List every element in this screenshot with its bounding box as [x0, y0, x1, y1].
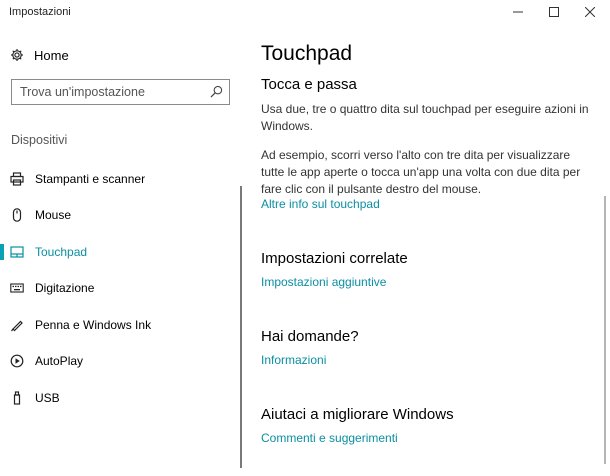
- search-icon[interactable]: [210, 85, 223, 98]
- tap-example: Ad esempio, scorri verso l'alto con tre …: [261, 148, 581, 196]
- keyboard-icon: [10, 281, 24, 295]
- tap-description: Usa due, tre o quattro dita sul touchpad…: [261, 102, 589, 133]
- sidebar-item-label: USB: [35, 391, 60, 405]
- mouse-icon: [10, 208, 24, 222]
- sidebar-item-typing[interactable]: Digitazione: [0, 273, 241, 303]
- sidebar-item-label: Penna e Windows Ink: [35, 318, 152, 332]
- printer-icon: [10, 172, 24, 186]
- window-title: Impostazioni: [9, 6, 71, 18]
- section-heading-improve: Aiutaci a migliorare Windows: [261, 406, 454, 423]
- sidebar-item-mouse[interactable]: Mouse: [0, 200, 241, 230]
- sidebar-item-label: AutoPlay: [35, 354, 84, 368]
- section-heading-tap: Tocca e passa: [261, 76, 357, 93]
- sidebar-item-printers[interactable]: Stampanti e scanner: [0, 164, 241, 194]
- feedback-link[interactable]: Commenti e suggerimenti: [261, 431, 398, 445]
- usb-icon: [10, 391, 24, 405]
- pane-divider: [240, 186, 242, 468]
- autoplay-icon: [10, 354, 24, 368]
- scrollbar[interactable]: [604, 196, 606, 464]
- sidebar-item-usb[interactable]: USB: [0, 383, 241, 413]
- home-button[interactable]: Home: [10, 46, 69, 64]
- close-button[interactable]: [572, 0, 608, 24]
- touchpad-info-link[interactable]: Altre info sul touchpad: [261, 197, 380, 211]
- section-label-dispositivi: Dispositivi: [11, 133, 68, 147]
- maximize-button[interactable]: [536, 0, 572, 24]
- search-box[interactable]: [11, 79, 230, 105]
- sidebar-item-label: Digitazione: [35, 281, 95, 295]
- sidebar-item-touchpad[interactable]: Touchpad: [0, 237, 241, 267]
- close-icon: [585, 7, 595, 17]
- pen-icon: [10, 318, 24, 332]
- sidebar-item-label: Mouse: [35, 208, 72, 222]
- maximize-icon: [549, 7, 559, 17]
- home-label: Home: [34, 47, 69, 63]
- info-link[interactable]: Informazioni: [261, 353, 326, 367]
- sidebar-item-label: Touchpad: [35, 245, 88, 259]
- gear-icon: [11, 49, 23, 61]
- sidebar: Home Dispositivi Stampanti e scanner Mou…: [0, 30, 241, 476]
- sidebar-item-autoplay[interactable]: AutoPlay: [0, 346, 241, 376]
- touchpad-icon: [10, 245, 24, 259]
- minimize-button[interactable]: [500, 0, 536, 24]
- search-input[interactable]: [12, 80, 202, 104]
- selection-indicator: [0, 244, 4, 260]
- additional-settings-link[interactable]: Impostazioni aggiuntive: [261, 275, 386, 289]
- sidebar-item-pen[interactable]: Penna e Windows Ink: [0, 310, 241, 340]
- minimize-icon: [513, 11, 523, 13]
- sidebar-item-label: Stampanti e scanner: [35, 172, 146, 186]
- page-title: Touchpad: [261, 42, 353, 65]
- section-heading-related: Impostazioni correlate: [261, 250, 408, 267]
- title-bar: Impostazioni: [0, 0, 610, 30]
- section-heading-questions: Hai domande?: [261, 328, 359, 345]
